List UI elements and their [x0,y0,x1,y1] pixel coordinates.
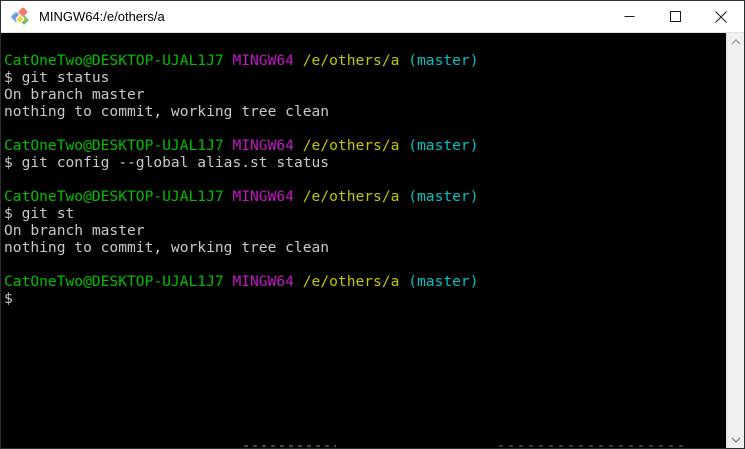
scrollbar[interactable] [726,33,744,448]
window-controls [606,1,744,32]
titlebar[interactable]: MINGW64:/e/others/a [1,1,744,33]
minimize-button[interactable] [606,1,652,32]
close-icon [715,10,727,23]
scroll-up-button[interactable] [727,33,744,50]
terminal-line: CatOneTwo@DESKTOP-UJAL1J7 MINGW64 /e/oth… [4,188,479,205]
terminal-line: On branch master [4,222,145,239]
clipped-bottom-artifact [499,445,689,447]
terminal-line: CatOneTwo@DESKTOP-UJAL1J7 MINGW64 /e/oth… [4,52,479,69]
terminal-line: $ git config --global alias.st status [4,154,330,171]
chevron-up-icon [731,38,740,44]
close-button[interactable] [698,1,744,32]
terminal-line: $ [4,290,13,307]
mintty-window: MINGW64:/e/others/a CatOneTwo@DESKTOP-UJ… [0,0,745,449]
terminal-line: $ git st [4,205,75,222]
window-title: MINGW64:/e/others/a [39,9,165,24]
terminal-line: On branch master [4,86,145,103]
minimize-icon [624,16,634,17]
clipped-bottom-artifact [244,445,336,447]
maximize-button[interactable] [652,1,698,32]
terminal-output[interactable]: CatOneTwo@DESKTOP-UJAL1J7 MINGW64 /e/oth… [1,33,726,448]
maximize-icon [669,11,681,22]
terminal-line: nothing to commit, working tree clean [4,239,330,256]
msys2-app-icon[interactable] [10,7,30,27]
scroll-down-button[interactable] [727,431,744,448]
scrollbar-track[interactable] [727,50,744,431]
terminal-line: CatOneTwo@DESKTOP-UJAL1J7 MINGW64 /e/oth… [4,273,479,290]
terminal-line: nothing to commit, working tree clean [4,103,330,120]
chevron-down-icon [731,437,740,443]
terminal-line: CatOneTwo@DESKTOP-UJAL1J7 MINGW64 /e/oth… [4,137,479,154]
terminal-line: $ git status [4,69,110,86]
window-body: CatOneTwo@DESKTOP-UJAL1J7 MINGW64 /e/oth… [1,33,744,448]
